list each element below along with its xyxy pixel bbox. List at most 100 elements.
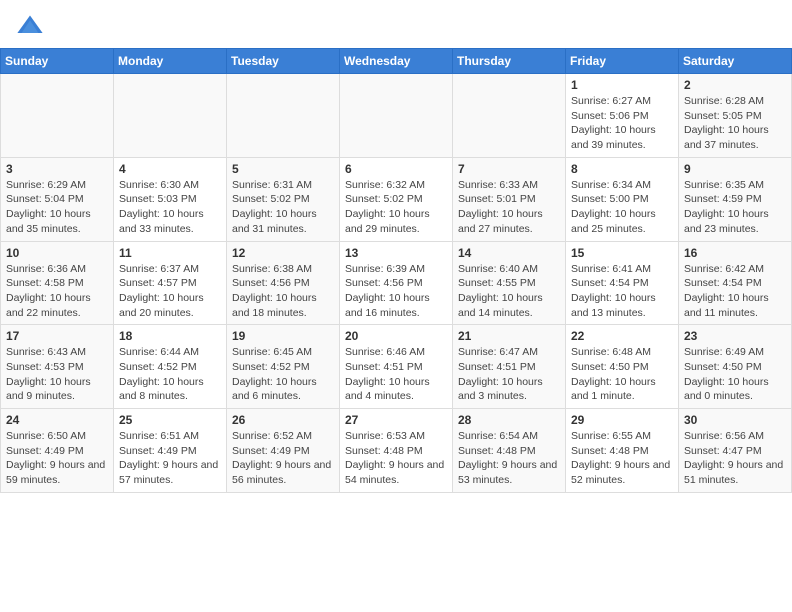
calendar-cell-2-1: 3Sunrise: 6:29 AM Sunset: 5:04 PM Daylig… [1,157,114,241]
day-number: 2 [684,78,786,92]
day-number: 16 [684,246,786,260]
calendar-header-friday: Friday [566,49,679,74]
day-number: 27 [345,413,447,427]
calendar-week-row-5: 24 Sunrise: 6:50 AM Sunset: 4:49 PM Dayli… [1,409,792,493]
day-number: 30 [684,413,786,427]
day-number: 25 [119,413,221,427]
day-number: 17 [6,329,108,343]
page-header [0,0,792,48]
calendar-cell-2-3: 5Sunrise: 6:31 AM Sunset: 5:02 PM Daylig… [227,157,340,241]
day-info: Sunrise: 6:43 AM Sunset: 4:53 PM Dayligh… [6,345,108,404]
calendar-cell-1-3 [227,74,340,158]
calendar-cell-3-4: 13Sunrise: 6:39 AM Sunset: 4:56 PM Dayli… [340,241,453,325]
day-info: Sunrise: 6:32 AM Sunset: 5:02 PM Dayligh… [345,178,447,237]
calendar-cell-5-5: 28 Sunrise: 6:54 AM Sunset: 4:48 PM Dayli… [453,409,566,493]
day-number: 20 [345,329,447,343]
day-info: Sunrise: 6:33 AM Sunset: 5:01 PM Dayligh… [458,178,560,237]
calendar-header-sunday: Sunday [1,49,114,74]
day-number: 9 [684,162,786,176]
calendar-cell-1-5 [453,74,566,158]
calendar-cell-4-7: 23 Sunrise: 6:49 AM Sunset: 4:50 PM Dayli… [679,325,792,409]
calendar-cell-1-6: 1 Sunrise: 6:27 AM Sunset: 5:06 PM Daylig… [566,74,679,158]
day-number: 29 [571,413,673,427]
calendar-header-wednesday: Wednesday [340,49,453,74]
calendar-cell-5-7: 30 Sunrise: 6:56 AM Sunset: 4:47 PM Dayli… [679,409,792,493]
calendar-cell-5-3: 26 Sunrise: 6:52 AM Sunset: 4:49 PM Dayli… [227,409,340,493]
calendar-cell-2-7: 9Sunrise: 6:35 AM Sunset: 4:59 PM Daylig… [679,157,792,241]
calendar-cell-5-4: 27 Sunrise: 6:53 AM Sunset: 4:48 PM Dayli… [340,409,453,493]
day-info: Sunrise: 6:48 AM Sunset: 4:50 PM Dayligh… [571,345,673,404]
day-number: 15 [571,246,673,260]
calendar-cell-1-1 [1,74,114,158]
day-number: 6 [345,162,447,176]
calendar-week-row-3: 10 Sunrise: 6:36 AM Sunset: 4:58 PM Dayli… [1,241,792,325]
day-info: Sunrise: 6:47 AM Sunset: 4:51 PM Dayligh… [458,345,560,404]
day-number: 1 [571,78,673,92]
day-info: Sunrise: 6:38 AM Sunset: 4:56 PM Dayligh… [232,262,334,321]
day-number: 13 [345,246,447,260]
calendar-cell-4-3: 19 Sunrise: 6:45 AM Sunset: 4:52 PM Dayli… [227,325,340,409]
day-info: Sunrise: 6:49 AM Sunset: 4:50 PM Dayligh… [684,345,786,404]
day-number: 8 [571,162,673,176]
calendar-cell-5-1: 24 Sunrise: 6:50 AM Sunset: 4:49 PM Dayli… [1,409,114,493]
day-info: Sunrise: 6:37 AM Sunset: 4:57 PM Dayligh… [119,262,221,321]
day-number: 21 [458,329,560,343]
calendar-header-monday: Monday [114,49,227,74]
day-number: 5 [232,162,334,176]
calendar-cell-2-2: 4Sunrise: 6:30 AM Sunset: 5:03 PM Daylig… [114,157,227,241]
calendar-header-thursday: Thursday [453,49,566,74]
calendar-header-row: SundayMondayTuesdayWednesdayThursdayFrid… [1,49,792,74]
calendar-table: SundayMondayTuesdayWednesdayThursdayFrid… [0,48,792,493]
calendar-header-saturday: Saturday [679,49,792,74]
calendar-cell-3-5: 14 Sunrise: 6:40 AM Sunset: 4:55 PM Dayli… [453,241,566,325]
day-number: 18 [119,329,221,343]
day-info: Sunrise: 6:28 AM Sunset: 5:05 PM Dayligh… [684,94,786,153]
calendar-cell-1-2 [114,74,227,158]
day-info: Sunrise: 6:40 AM Sunset: 4:55 PM Dayligh… [458,262,560,321]
calendar-cell-4-4: 20 Sunrise: 6:46 AM Sunset: 4:51 PM Dayli… [340,325,453,409]
day-info: Sunrise: 6:54 AM Sunset: 4:48 PM Dayligh… [458,429,560,488]
calendar-cell-5-6: 29 Sunrise: 6:55 AM Sunset: 4:48 PM Dayli… [566,409,679,493]
day-info: Sunrise: 6:51 AM Sunset: 4:49 PM Dayligh… [119,429,221,488]
day-number: 11 [119,246,221,260]
calendar-week-row-4: 17 Sunrise: 6:43 AM Sunset: 4:53 PM Dayli… [1,325,792,409]
day-number: 14 [458,246,560,260]
calendar-cell-4-2: 18 Sunrise: 6:44 AM Sunset: 4:52 PM Dayli… [114,325,227,409]
day-info: Sunrise: 6:52 AM Sunset: 4:49 PM Dayligh… [232,429,334,488]
calendar-cell-3-7: 16 Sunrise: 6:42 AM Sunset: 4:54 PM Dayli… [679,241,792,325]
calendar-cell-3-1: 10 Sunrise: 6:36 AM Sunset: 4:58 PM Dayli… [1,241,114,325]
day-number: 26 [232,413,334,427]
day-number: 19 [232,329,334,343]
day-number: 4 [119,162,221,176]
calendar-week-row-1: 1 Sunrise: 6:27 AM Sunset: 5:06 PM Daylig… [1,74,792,158]
day-number: 28 [458,413,560,427]
day-info: Sunrise: 6:50 AM Sunset: 4:49 PM Dayligh… [6,429,108,488]
day-number: 23 [684,329,786,343]
calendar-cell-4-1: 17 Sunrise: 6:43 AM Sunset: 4:53 PM Dayli… [1,325,114,409]
day-info: Sunrise: 6:27 AM Sunset: 5:06 PM Dayligh… [571,94,673,153]
calendar-cell-2-5: 7Sunrise: 6:33 AM Sunset: 5:01 PM Daylig… [453,157,566,241]
calendar-header-tuesday: Tuesday [227,49,340,74]
day-info: Sunrise: 6:36 AM Sunset: 4:58 PM Dayligh… [6,262,108,321]
day-info: Sunrise: 6:53 AM Sunset: 4:48 PM Dayligh… [345,429,447,488]
calendar-cell-2-6: 8 Sunrise: 6:34 AM Sunset: 5:00 PM Daylig… [566,157,679,241]
calendar-cell-4-6: 22 Sunrise: 6:48 AM Sunset: 4:50 PM Dayli… [566,325,679,409]
calendar-cell-3-3: 12Sunrise: 6:38 AM Sunset: 4:56 PM Dayli… [227,241,340,325]
day-info: Sunrise: 6:46 AM Sunset: 4:51 PM Dayligh… [345,345,447,404]
day-number: 10 [6,246,108,260]
logo [16,12,48,40]
day-number: 22 [571,329,673,343]
logo-icon [16,12,44,40]
day-info: Sunrise: 6:55 AM Sunset: 4:48 PM Dayligh… [571,429,673,488]
day-info: Sunrise: 6:44 AM Sunset: 4:52 PM Dayligh… [119,345,221,404]
calendar-cell-1-4 [340,74,453,158]
calendar-cell-4-5: 21 Sunrise: 6:47 AM Sunset: 4:51 PM Dayli… [453,325,566,409]
day-info: Sunrise: 6:41 AM Sunset: 4:54 PM Dayligh… [571,262,673,321]
day-info: Sunrise: 6:42 AM Sunset: 4:54 PM Dayligh… [684,262,786,321]
day-info: Sunrise: 6:34 AM Sunset: 5:00 PM Dayligh… [571,178,673,237]
calendar-cell-3-6: 15 Sunrise: 6:41 AM Sunset: 4:54 PM Dayli… [566,241,679,325]
day-info: Sunrise: 6:29 AM Sunset: 5:04 PM Dayligh… [6,178,108,237]
day-info: Sunrise: 6:56 AM Sunset: 4:47 PM Dayligh… [684,429,786,488]
day-number: 24 [6,413,108,427]
day-info: Sunrise: 6:45 AM Sunset: 4:52 PM Dayligh… [232,345,334,404]
